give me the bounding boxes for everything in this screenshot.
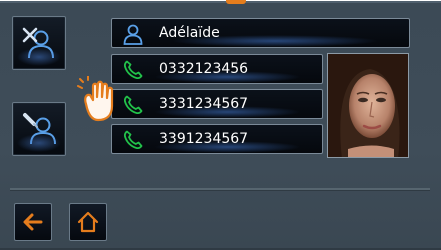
contact-photo — [327, 53, 409, 158]
phone-icon — [123, 130, 143, 150]
back-button[interactable] — [14, 203, 52, 241]
home-button[interactable] — [69, 203, 107, 241]
phone-icon — [123, 95, 143, 115]
contact-name: Adélaïde — [159, 25, 220, 41]
section-divider — [10, 188, 430, 191]
contact-name-row: Adélaïde — [111, 18, 410, 48]
edit-contact-button[interactable] — [12, 102, 66, 156]
top-accent-marker — [226, 0, 246, 4]
phone-number: 3331234567 — [159, 96, 249, 112]
phone-number: 3391234567 — [159, 131, 249, 147]
edit-contact-icon — [23, 113, 56, 145]
phone-icon — [123, 60, 143, 80]
home-icon — [77, 211, 99, 233]
touch-hand-cursor-icon — [77, 76, 114, 122]
contact-detail-screen: Adélaïde 0332123456 3331234567 339123456… — [0, 0, 441, 250]
phone-number-row-1[interactable]: 0332123456 — [111, 54, 323, 84]
delete-contact-button[interactable] — [12, 16, 66, 70]
delete-contact-icon — [22, 27, 54, 59]
phone-number-row-3[interactable]: 3391234567 — [111, 124, 323, 154]
phone-number: 0332123456 — [159, 61, 249, 77]
portrait-image — [328, 54, 408, 157]
person-icon — [123, 24, 143, 45]
phone-number-row-2[interactable]: 3331234567 — [111, 89, 323, 119]
back-arrow-icon — [23, 213, 43, 231]
